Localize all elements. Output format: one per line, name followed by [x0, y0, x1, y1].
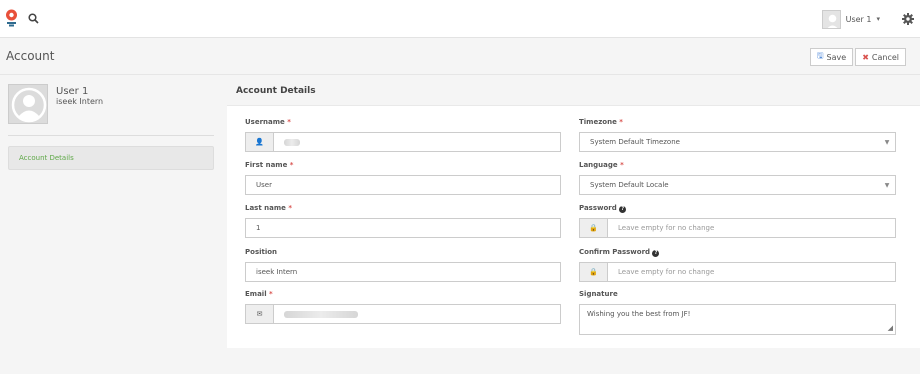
- close-icon: ✖: [862, 52, 869, 62]
- page-title: Account: [6, 49, 55, 63]
- last-name-input[interactable]: 1: [245, 218, 561, 238]
- save-button[interactable]: 🖫 Save: [809, 48, 854, 66]
- cancel-button-label: Cancel: [871, 52, 899, 62]
- last-name-field: Last name * 1: [245, 204, 561, 238]
- sidebar-item-account-details[interactable]: Account Details: [8, 146, 214, 170]
- first-name-input[interactable]: User: [245, 175, 561, 195]
- language-label: Language *: [579, 161, 624, 169]
- sidebar: User 1 iseek Intern Account Details: [0, 76, 225, 348]
- username-input[interactable]: 👤: [245, 132, 561, 152]
- first-name-label: First name *: [245, 161, 294, 169]
- cancel-button[interactable]: ✖ Cancel: [855, 48, 906, 66]
- chevron-down-icon: ▼: [884, 138, 890, 146]
- lock-icon: 🔒: [580, 263, 608, 281]
- username-label: Username *: [245, 118, 291, 126]
- gear-icon[interactable]: [901, 12, 915, 26]
- search-icon[interactable]: [28, 13, 39, 24]
- profile-position: iseek Intern: [56, 97, 104, 106]
- username-field: Username * 👤: [245, 118, 561, 152]
- section-title: Account Details: [236, 86, 316, 96]
- user-menu[interactable]: User 1 ▾: [821, 8, 880, 30]
- confirm-password-label: Confirm Password ?: [579, 248, 896, 258]
- language-select[interactable]: System Default Locale ▼: [579, 175, 896, 195]
- account-details-panel: Account Details Username * 👤 First name …: [227, 76, 920, 348]
- profile-name: User 1: [56, 86, 89, 97]
- signature-label: Signature: [579, 290, 618, 298]
- password-input[interactable]: 🔒 Leave empty for no change: [579, 218, 896, 238]
- position-field: Position iseek Intern: [245, 248, 561, 282]
- password-label: Password ?: [579, 204, 896, 214]
- language-field: Language * System Default Locale ▼: [579, 161, 896, 195]
- chevron-down-icon: ▼: [884, 181, 890, 189]
- signature-textarea[interactable]: Wishing you the best from JF! ◢: [579, 304, 896, 335]
- lock-icon: 🔒: [580, 219, 608, 237]
- resize-handle-icon[interactable]: ◢: [888, 324, 893, 332]
- password-field: Password ? 🔒 Leave empty for no change: [579, 204, 896, 238]
- panel-header: Account Details: [227, 76, 920, 106]
- timezone-field: Timezone * System Default Timezone ▼: [579, 118, 896, 152]
- timezone-label: Timezone *: [579, 118, 623, 126]
- user-icon: 👤: [246, 133, 274, 151]
- divider: [8, 135, 214, 136]
- page-footer: [0, 348, 920, 374]
- confirm-password-field: Confirm Password ? 🔒 Leave empty for no …: [579, 248, 896, 282]
- page-header: Account 🖫 Save ✖ Cancel: [0, 39, 920, 75]
- chevron-down-icon: ▾: [876, 15, 880, 23]
- question-circle-icon[interactable]: ?: [619, 206, 627, 213]
- email-field: Email * ✉: [245, 290, 561, 324]
- top-navbar: User 1 ▾: [0, 0, 920, 38]
- logo-icon[interactable]: [5, 9, 18, 27]
- signature-field: Signature Wishing you the best from JF! …: [579, 290, 896, 335]
- last-name-label: Last name *: [245, 204, 292, 212]
- position-input[interactable]: iseek Intern: [245, 262, 561, 282]
- avatar: [8, 84, 48, 124]
- email-input[interactable]: ✉: [245, 304, 561, 324]
- question-circle-icon[interactable]: ?: [652, 250, 660, 257]
- envelope-icon: ✉: [246, 305, 274, 323]
- user-name: User 1: [845, 14, 872, 24]
- floppy-disk-icon: 🖫: [816, 51, 824, 60]
- profile-card: User 1 iseek Intern: [8, 84, 218, 134]
- header-actions: 🖫 Save ✖ Cancel: [809, 48, 906, 66]
- email-label: Email *: [245, 290, 273, 298]
- confirm-password-input[interactable]: 🔒 Leave empty for no change: [579, 262, 896, 282]
- timezone-select[interactable]: System Default Timezone ▼: [579, 132, 896, 152]
- first-name-field: First name * User: [245, 161, 561, 195]
- avatar: [821, 9, 841, 29]
- save-button-label: Save: [826, 52, 847, 62]
- position-label: Position: [245, 248, 278, 256]
